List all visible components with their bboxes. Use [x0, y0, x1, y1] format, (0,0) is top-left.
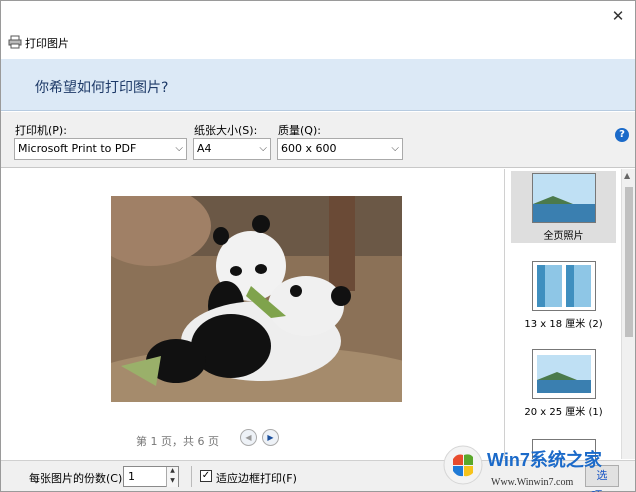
layout-label: 20 x 25 厘米 (1): [524, 407, 603, 418]
instruction-banner: 你希望如何打印图片?: [1, 59, 635, 111]
copies-stepper[interactable]: 1 ▲ ▼: [123, 466, 179, 487]
decrement-icon[interactable]: ▼: [166, 477, 178, 487]
quality-select[interactable]: 600 x 600 ⌵: [277, 138, 403, 160]
scrollbar-thumb[interactable]: [625, 187, 633, 337]
layout-scrollbar[interactable]: ▲: [621, 169, 635, 459]
site-watermark: Win7系统之家 Www.Winwin7.com: [443, 445, 603, 488]
layout-list: 全页照片 13 x 18 厘米 (2) 20 x 25 厘米 (1): [504, 169, 621, 459]
page-status: 第 1 页，共 6 页: [136, 435, 219, 448]
layout-item-20x25[interactable]: 20 x 25 厘米 (1): [511, 349, 616, 419]
printer-label: 打印机(P):: [15, 124, 67, 137]
paper-size-select[interactable]: A4 ⌵: [193, 138, 271, 160]
paper-size-label: 纸张大小(S):: [194, 124, 258, 137]
print-pictures-dialog: 打印图片 ✕ 你希望如何打印图片? 打印机(P): Microsoft Prin…: [0, 0, 636, 492]
close-button[interactable]: ✕: [607, 5, 629, 27]
layout-thumbnail: [531, 261, 596, 311]
printer-icon: [8, 35, 22, 49]
title-bar: 打印图片 ✕: [1, 1, 635, 59]
prev-page-button[interactable]: ◀: [240, 429, 257, 446]
printer-value: Microsoft Print to PDF: [18, 142, 137, 155]
next-page-icon: ▶: [267, 433, 274, 442]
chevron-down-icon: ⌵: [259, 143, 267, 154]
banner-question: 你希望如何打印图片?: [35, 80, 169, 96]
printer-select[interactable]: Microsoft Print to PDF ⌵: [14, 138, 187, 160]
fit-to-frame-label: 适应边框打印(F): [216, 472, 297, 485]
layout-item-full-page[interactable]: 全页照片: [511, 171, 616, 243]
layout-label: 全页照片: [543, 231, 584, 242]
increment-icon[interactable]: ▲: [166, 467, 178, 477]
layout-label: 13 x 18 厘米 (2): [524, 319, 603, 330]
layout-item-13x18[interactable]: 13 x 18 厘米 (2): [511, 261, 616, 331]
copies-label: 每张图片的份数(C):: [29, 472, 126, 485]
chevron-down-icon: ⌵: [175, 143, 183, 154]
layout-thumbnail: [531, 173, 596, 223]
layout-thumbnail: [531, 349, 596, 399]
next-page-button[interactable]: ▶: [262, 429, 279, 446]
watermark-url: Www.Winwin7.com: [491, 477, 573, 488]
preview-photo: [111, 196, 402, 402]
copies-value: 1: [128, 470, 135, 483]
quality-value: 600 x 600: [281, 142, 337, 155]
scroll-up-icon[interactable]: ▲: [624, 171, 630, 180]
quality-label: 质量(Q):: [278, 124, 321, 137]
prev-page-icon: ◀: [245, 433, 252, 442]
paper-size-value: A4: [197, 142, 212, 155]
divider: [191, 466, 192, 487]
print-preview-area: 第 1 页，共 6 页 ◀ ▶: [1, 169, 503, 459]
close-icon: ✕: [611, 7, 625, 25]
print-options-bar: 打印机(P): Microsoft Print to PDF ⌵ 纸张大小(S)…: [1, 112, 635, 168]
window-title: 打印图片: [25, 37, 69, 50]
watermark-title: Win7系统之家: [487, 449, 603, 470]
fit-to-frame-checkbox[interactable]: ✓: [200, 470, 212, 482]
help-icon[interactable]: ?: [615, 128, 629, 142]
chevron-down-icon: ⌵: [391, 143, 399, 154]
